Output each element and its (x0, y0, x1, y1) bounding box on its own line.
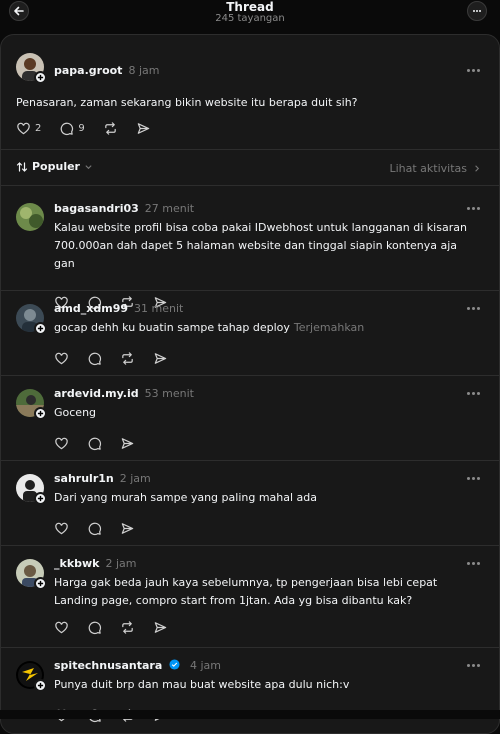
send-icon[interactable] (153, 620, 168, 635)
translate-link[interactable]: Terjemahkan (294, 321, 364, 334)
like-button[interactable]: 2 (16, 121, 41, 136)
reply-author[interactable]: spitechnusantara 4 jam (54, 659, 221, 672)
page-title: Thread (226, 0, 274, 14)
post-more-button[interactable] (465, 67, 481, 73)
reply-actions (54, 620, 168, 635)
view-count: 245 tayangan (215, 13, 285, 24)
send-icon (137, 123, 150, 134)
reply-more-button[interactable] (465, 475, 481, 481)
follow-plus-icon[interactable] (34, 492, 47, 505)
thread-panel: papa.groot 8 jam Penasaran, zaman sekaran… (0, 34, 500, 734)
reply-time: 2 jam (119, 472, 151, 485)
repost-button[interactable] (103, 121, 118, 136)
reply-time: 53 menit (144, 387, 194, 400)
reply-text: Goceng (54, 406, 97, 419)
reply-actions (54, 521, 135, 536)
avatar[interactable] (16, 559, 47, 590)
reply-more-button[interactable] (465, 305, 481, 311)
comment-icon[interactable] (87, 521, 102, 536)
bottom-bar (0, 710, 500, 719)
sort-dropdown[interactable]: Populer (16, 160, 93, 173)
comment-count: 9 (78, 123, 85, 134)
reply-text: gocap dehh ku buatin sampe tahap deploy T… (54, 321, 365, 334)
reply-time: 2 jam (105, 557, 137, 570)
comment-icon[interactable] (87, 351, 102, 366)
reply-time: 27 menit (144, 202, 195, 215)
divider (1, 460, 499, 461)
avatar[interactable] (16, 304, 47, 335)
verified-badge-icon (169, 659, 180, 670)
reply-time: 31 menit (134, 302, 184, 315)
avatar[interactable] (16, 661, 47, 692)
reply-more-button[interactable] (465, 560, 481, 566)
follow-plus-icon[interactable] (34, 679, 47, 692)
reply-author[interactable]: bagasandri03 27 menit (54, 202, 194, 215)
avatar[interactable] (16, 53, 47, 84)
reply-text: Punya duit brp dan mau buat website apa … (54, 678, 350, 691)
reply-text: Kalau website profil bisa coba pakai IDw… (54, 221, 467, 270)
send-icon[interactable] (153, 351, 168, 366)
reply-more-button[interactable] (465, 390, 481, 396)
reply-author[interactable]: ardevid.my.id 53 menit (54, 387, 194, 400)
reply-actions (54, 351, 168, 366)
repost-icon[interactable] (120, 620, 135, 635)
follow-plus-icon[interactable] (34, 407, 47, 420)
heart-icon[interactable] (54, 436, 69, 451)
comment-icon (61, 122, 74, 136)
comment-button[interactable]: 9 (59, 121, 85, 136)
heart-icon[interactable] (54, 620, 69, 635)
send-icon[interactable] (120, 436, 135, 451)
sort-label: Populer (32, 160, 80, 173)
follow-plus-icon[interactable] (34, 577, 47, 590)
avatar[interactable] (16, 474, 47, 505)
post-author[interactable]: papa.groot 8 jam (54, 64, 159, 77)
divider (1, 290, 499, 291)
reply-actions (54, 436, 135, 451)
heart-icon[interactable] (54, 351, 69, 366)
post-text: Penasaran, zaman sekarang bikin website … (16, 96, 358, 109)
reply-author[interactable]: _kkbwk 2 jam (54, 557, 137, 570)
chevron-down-icon (85, 165, 92, 170)
send-icon[interactable] (120, 521, 135, 536)
comment-icon[interactable] (87, 436, 102, 451)
heart-icon[interactable] (54, 521, 69, 536)
comment-icon[interactable] (87, 620, 102, 635)
chevron-right-icon (475, 165, 480, 172)
repost-icon[interactable] (120, 351, 135, 366)
reply-more-button[interactable] (465, 205, 481, 211)
divider (1, 545, 499, 546)
divider (1, 149, 499, 150)
divider (1, 375, 499, 376)
like-count: 2 (35, 123, 42, 134)
reply-time: 4 jam (189, 659, 221, 672)
heart-icon (17, 122, 30, 135)
thread-menu-button[interactable] (467, 1, 487, 21)
view-activity-link[interactable]: Lihat aktivitas (389, 162, 481, 175)
reply-author[interactable]: amd_xdm99 31 menit (54, 302, 183, 315)
divider (1, 185, 499, 186)
reply-text: Dari yang murah sampe yang paling mahal … (54, 491, 318, 504)
ellipsis-icon (473, 10, 481, 12)
avatar[interactable] (16, 389, 47, 420)
share-button[interactable] (136, 121, 151, 136)
repost-icon (104, 122, 116, 135)
post-time: 8 jam (128, 64, 160, 77)
top-bar: Thread 245 tayangan (0, 0, 500, 32)
reply-author[interactable]: sahrulr1n 2 jam (54, 472, 151, 485)
follow-plus-icon[interactable] (34, 71, 47, 84)
reply-text: Harga gak beda jauh kaya sebelumnya, tp … (54, 576, 438, 607)
view-activity-label: Lihat aktivitas (389, 162, 467, 175)
reply-more-button[interactable] (465, 662, 481, 668)
divider (1, 647, 499, 648)
avatar[interactable] (16, 203, 44, 231)
post-actions: 2 9 (16, 121, 151, 136)
follow-plus-icon[interactable] (34, 322, 47, 335)
sort-icon (16, 161, 28, 172)
